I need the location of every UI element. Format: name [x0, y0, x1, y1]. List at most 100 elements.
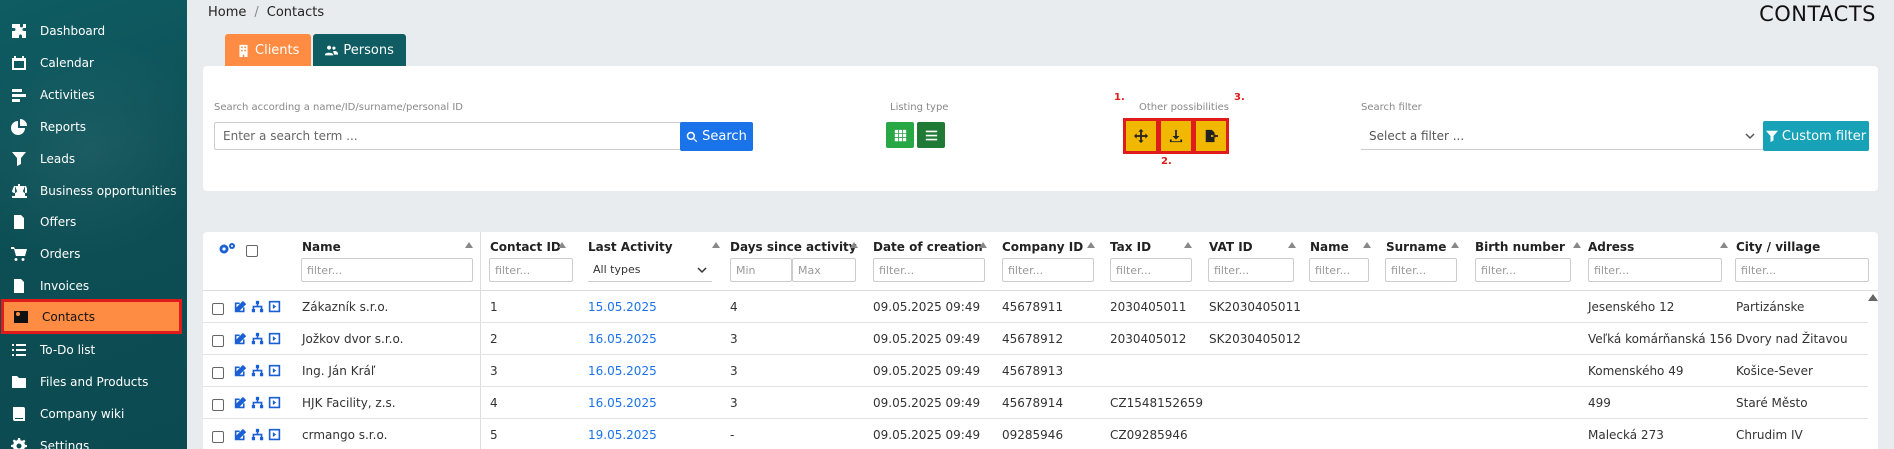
filter-birth-number[interactable]: filter...: [1475, 258, 1571, 282]
row-checkbox[interactable]: [212, 303, 224, 315]
header-company-id[interactable]: Company ID: [1002, 240, 1083, 254]
row-checkbox[interactable]: [212, 399, 224, 411]
cell-last-activity[interactable]: 19.05.2025: [588, 428, 657, 442]
cell-last-activity[interactable]: 16.05.2025: [588, 396, 657, 410]
sitemap-icon[interactable]: [251, 396, 264, 409]
sidebar-item-todo[interactable]: To-Do list: [0, 334, 187, 366]
sidebar-item-calendar[interactable]: Calendar: [0, 47, 187, 79]
filter-person-name[interactable]: filter...: [1309, 258, 1369, 282]
table-row[interactable]: Ing. Ján Kráľ 3 16.05.2025 3 09.05.2025 …: [203, 355, 1868, 387]
sort-icon[interactable]: [850, 242, 858, 248]
header-vat-id[interactable]: VAT ID: [1209, 240, 1253, 254]
tab-persons[interactable]: Persons: [313, 34, 406, 66]
sidebar-item-files-products[interactable]: Files and Products: [0, 366, 187, 398]
filter-days-max[interactable]: Max: [792, 258, 856, 282]
sidebar-item-activities[interactable]: Activities: [0, 79, 187, 111]
table-row[interactable]: crmango s.r.o. 5 19.05.2025 - 09.05.2025…: [203, 419, 1868, 449]
header-birth-number[interactable]: Birth number: [1475, 240, 1565, 254]
tab-clients[interactable]: Clients: [225, 34, 312, 66]
sort-icon[interactable]: [465, 242, 473, 248]
filter-select[interactable]: Select a filter ...: [1361, 122, 1763, 150]
filter-contact-id[interactable]: filter...: [489, 258, 573, 282]
sort-icon[interactable]: [1451, 242, 1459, 248]
row-checkbox[interactable]: [212, 335, 224, 347]
download-button[interactable]: [1158, 118, 1194, 154]
sidebar-item-company-wiki[interactable]: Company wiki: [0, 398, 187, 430]
header-last-activity[interactable]: Last Activity: [588, 240, 673, 254]
column-settings-icon[interactable]: [218, 242, 236, 256]
search-button[interactable]: Search: [680, 122, 753, 151]
edit-icon[interactable]: [234, 396, 247, 409]
sitemap-icon[interactable]: [251, 428, 264, 441]
sidebar-item-dashboard[interactable]: Dashboard: [0, 15, 187, 47]
filter-city[interactable]: filter...: [1735, 258, 1869, 282]
sort-icon[interactable]: [1184, 242, 1192, 248]
header-name[interactable]: Name: [302, 240, 341, 254]
sign-in-icon[interactable]: [268, 428, 281, 441]
export-button[interactable]: [1193, 118, 1229, 154]
header-tax-id[interactable]: Tax ID: [1110, 240, 1151, 254]
search-input[interactable]: Enter a search term ...: [214, 122, 684, 150]
sort-icon[interactable]: [558, 242, 566, 248]
sign-in-icon[interactable]: [268, 300, 281, 313]
edit-icon[interactable]: [234, 332, 247, 345]
header-contact-id[interactable]: Contact ID: [490, 240, 561, 254]
select-all-checkbox[interactable]: [246, 245, 258, 257]
move-button[interactable]: [1123, 118, 1159, 154]
list-view-button[interactable]: [917, 122, 945, 148]
header-city[interactable]: City / village: [1736, 240, 1820, 254]
grid-view-button[interactable]: [886, 122, 914, 148]
edit-icon[interactable]: [234, 428, 247, 441]
cell-last-activity[interactable]: 15.05.2025: [588, 300, 657, 314]
cell-last-activity[interactable]: 16.05.2025: [588, 364, 657, 378]
header-surname[interactable]: Surname: [1386, 240, 1446, 254]
sidebar-item-settings[interactable]: Settings: [0, 430, 187, 449]
sidebar-item-contacts[interactable]: Contacts: [1, 299, 182, 334]
table-row[interactable]: Jožkov dvor s.r.o. 2 16.05.2025 3 09.05.…: [203, 323, 1868, 355]
row-checkbox[interactable]: [212, 431, 224, 443]
cell-tax-id: 2030405012: [1110, 332, 1187, 346]
filter-company-id[interactable]: filter...: [1002, 258, 1094, 282]
sort-icon[interactable]: [1573, 242, 1581, 248]
sidebar-item-reports[interactable]: Reports: [0, 111, 187, 143]
filter-tax-id[interactable]: filter...: [1110, 258, 1192, 282]
sort-icon[interactable]: [1720, 242, 1728, 248]
header-person-name[interactable]: Name: [1310, 240, 1349, 254]
filter-name[interactable]: filter...: [301, 258, 473, 282]
row-checkbox[interactable]: [212, 367, 224, 379]
sign-in-icon[interactable]: [268, 364, 281, 377]
edit-icon[interactable]: [234, 300, 247, 313]
header-days-since-activity[interactable]: Days since activity: [730, 240, 857, 254]
filter-days-min[interactable]: Min: [730, 258, 792, 282]
sort-icon[interactable]: [712, 242, 720, 248]
sidebar-item-invoices[interactable]: Invoices: [0, 270, 187, 302]
filter-surname[interactable]: filter...: [1385, 258, 1457, 282]
sidebar-item-leads[interactable]: Leads: [0, 143, 187, 175]
custom-filter-button[interactable]: Custom filter: [1763, 121, 1869, 151]
sign-in-icon[interactable]: [268, 396, 281, 409]
sort-icon[interactable]: [1288, 242, 1296, 248]
cell-last-activity[interactable]: 16.05.2025: [588, 332, 657, 346]
sidebar-item-orders[interactable]: Orders: [0, 238, 187, 270]
sitemap-icon[interactable]: [251, 332, 264, 345]
sidebar-item-offers[interactable]: Offers: [0, 206, 187, 238]
filter-last-activity-type[interactable]: All types: [588, 258, 712, 282]
edit-icon[interactable]: [234, 364, 247, 377]
scroll-up-arrow[interactable]: [1868, 294, 1878, 301]
sign-in-icon[interactable]: [268, 332, 281, 345]
table-row[interactable]: Zákazník s.r.o. 1 15.05.2025 4 09.05.202…: [203, 291, 1868, 323]
table-row[interactable]: HJK Facility, z.s. 4 16.05.2025 3 09.05.…: [203, 387, 1868, 419]
sitemap-icon[interactable]: [251, 364, 264, 377]
cell-date-of-creation: 09.05.2025 09:49: [873, 364, 981, 378]
filter-date-of-creation[interactable]: filter...: [873, 258, 985, 282]
sitemap-icon[interactable]: [251, 300, 264, 313]
breadcrumb-home[interactable]: Home: [208, 5, 246, 20]
filter-vat-id[interactable]: filter...: [1208, 258, 1294, 282]
header-date-of-creation[interactable]: Date of creation: [873, 240, 983, 254]
sidebar-item-business-opportunities[interactable]: Business opportunities: [0, 175, 187, 207]
sort-icon[interactable]: [1363, 242, 1371, 248]
sort-icon[interactable]: [1087, 242, 1095, 248]
sort-icon[interactable]: [979, 242, 987, 248]
filter-adress[interactable]: filter...: [1588, 258, 1722, 282]
header-adress[interactable]: Adress: [1588, 240, 1634, 254]
